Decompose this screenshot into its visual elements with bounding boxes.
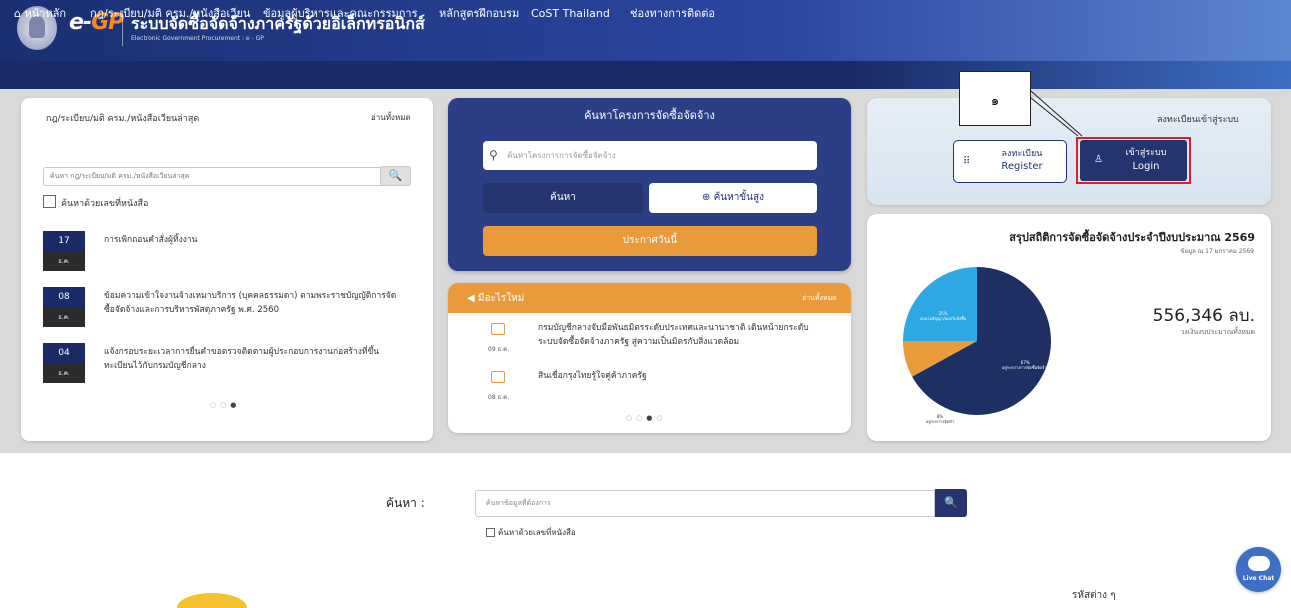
register-label-th: ลงทะเบียน [1001, 149, 1043, 159]
regulations-search-input[interactable]: ค้นหา กฎ/ระเบียบ/มติ ครม./หนังสือเวียนล่… [43, 167, 410, 186]
pie-slice[interactable] [903, 267, 977, 341]
stats-pie-chart [903, 267, 1051, 415]
project-search-input[interactable]: ค้นหาโครงการการจัดซื้อจัดจ้าง [483, 141, 817, 170]
regulations-title: กฎ/ระเบียบ/มติ ครม./หนังสือเวียนล่าสุด [46, 114, 200, 124]
pie-label-navy: 67% อยู่ระหว่างการจัดซื้อจัดจ้าง [1002, 360, 1048, 370]
user-icon: ♙ [1094, 154, 1103, 165]
advanced-search-label: ค้นหาขั้นสูง [713, 192, 764, 203]
login-label-en: Login [1132, 161, 1160, 172]
bottom-search-label: ค้นหา : [386, 496, 425, 510]
stats-title: สรุปสถิติการจัดซื้อจัดจ้างประจำปีงบประมา… [1009, 231, 1255, 244]
nav-item-contact[interactable]: ช่องทางการติดต่อ [630, 0, 715, 28]
register-icon: ⠿ [963, 156, 971, 167]
news-date-3: 04 ธ.ค. [43, 343, 85, 383]
chat-bubble-icon [1248, 556, 1270, 571]
carousel-dots-left[interactable]: ○○● [210, 401, 240, 409]
pie-text: อยู่ระหว่างจัดทำ [926, 419, 954, 424]
whats-new-read-all-link[interactable]: อ่านทั้งหมด [802, 293, 837, 304]
footer-text: รหัสต่าง ๆ [1072, 590, 1116, 601]
footer-decoration [177, 593, 247, 608]
bottom-checkbox[interactable] [486, 528, 495, 537]
news-date-2: 08 ธ.ค. [43, 287, 85, 327]
home-icon: ⌂ [14, 7, 25, 20]
regulations-checkbox-label: ค้นหาด้วยเลขที่หนังสือ [61, 199, 149, 209]
login-card-title: ลงทะเบียนเข้าสู่ระบบ [1157, 115, 1239, 125]
news-month: ธ.ค. [43, 252, 85, 271]
login-label-th: เข้าสู่ระบบ [1125, 148, 1167, 158]
bottom-search-input[interactable]: ค้นหาข้อมูลที่ต้องการ [475, 490, 935, 517]
live-chat-label: Live Chat [1242, 575, 1275, 582]
nav-label: หน้าหลัก [24, 7, 67, 20]
nav-item-training[interactable]: หลักสูตรฝึกอบรม [439, 0, 519, 28]
whats-new-date: 08 ธ.ค. [488, 394, 510, 401]
whats-new-item-1[interactable]: กรมบัญชีกลางจับมือพันธมิตรระดับประเทศและ… [538, 321, 828, 349]
project-search-title: ค้นหาโครงการจัดซื้อจัดจ้าง [584, 109, 715, 122]
stats-subtitle: ข้อมูล ณ 17 มกราคม 2569 [1180, 248, 1254, 255]
nav-accent [851, 61, 1291, 89]
news-day: 04 [43, 343, 85, 364]
annotation-number: ๑ [990, 94, 1000, 109]
news-item-2[interactable]: ข้อมความเข้าใจงานจ้างเหมาบริการ (บุคคลธร… [104, 289, 404, 317]
pie-text: อยู่ระหว่างการจัดซื้อจัดจ้าง [1002, 365, 1049, 370]
regulations-search-button[interactable]: 🔍 [380, 166, 411, 186]
nav-item-cost-thailand[interactable]: CoST Thailand [531, 0, 610, 28]
nav-item-executives[interactable]: ข้อมูลผู้บริหารและคณะกรรมการ [263, 0, 417, 28]
pie-text: ลงนามสัญญา/ออกใบสั่งซื้อ [920, 316, 967, 321]
news-month: ธ.ค. [43, 364, 85, 383]
zoom-icon: ⊕ [702, 192, 714, 203]
news-item-3[interactable]: แจ้งกรอบระยะเวลาการยื่นคำขอตรวจติดตามผู้… [104, 345, 404, 373]
nav-item-regulations[interactable]: กฎ/ระเบียบ/มติ ครม./หนังสือเวียน [90, 0, 250, 28]
calendar-icon [491, 371, 505, 383]
search-icon: 🔍 [944, 496, 958, 509]
whats-new-date: 09 ธ.ค. [488, 346, 510, 353]
search-icon: 🔍 [388, 169, 403, 182]
pie-label-orange: 8% อยู่ระหว่างจัดทำ [926, 414, 954, 424]
pie-label-blue: 25% ลงนามสัญญา/ออกใบสั่งซื้อ [920, 311, 966, 321]
stats-amount: 556,346 ลบ. [1152, 306, 1255, 326]
megaphone-icon: ◀ [467, 293, 478, 304]
register-label-en: Register [1001, 161, 1043, 172]
calendar-icon [491, 323, 505, 335]
annotation-pointer [1030, 90, 1083, 137]
bottom-search-button[interactable]: 🔍 [935, 489, 967, 517]
stats-amount-label: วงเงินงบประมาณทั้งหมด [1180, 328, 1255, 336]
news-month: ธ.ค. [43, 308, 85, 327]
announce-today-button[interactable]: ประกาศวันนี้ [483, 226, 817, 256]
regulations-read-all-link[interactable]: อ่านทั้งหมด [371, 111, 411, 124]
news-item-1[interactable]: การเพิกถอนคำสั่งผู้ทิ้งงาน [104, 233, 404, 247]
whats-new-title-text: มีอะไรใหม่ [477, 293, 525, 304]
news-date-1: 17 ธ.ค. [43, 231, 85, 271]
regulations-checkbox[interactable] [43, 195, 56, 208]
search-icon: ⚲ [489, 148, 498, 162]
carousel-dots-middle[interactable]: ○○●○ [626, 414, 666, 422]
advanced-search-button[interactable]: ⊕ ค้นหาขั้นสูง [649, 183, 817, 213]
nav-item-home[interactable]: ⌂ หน้าหลัก [14, 0, 66, 28]
site-subtitle: Electronic Government Procurement : e - … [131, 35, 264, 42]
logo-e-text: e- [69, 10, 92, 35]
bottom-checkbox-label: ค้นหาด้วยเลขที่หนังสือ [498, 528, 576, 537]
news-day: 08 [43, 287, 85, 308]
news-day: 17 [43, 231, 85, 252]
project-search-button[interactable]: ค้นหา [483, 183, 643, 213]
whats-new-title: ◀ มีอะไรใหม่ [467, 291, 524, 306]
whats-new-item-2[interactable]: สินเชื่อกรุงไทยรู้ใจคู่ค้าภาครัฐ [538, 369, 828, 383]
